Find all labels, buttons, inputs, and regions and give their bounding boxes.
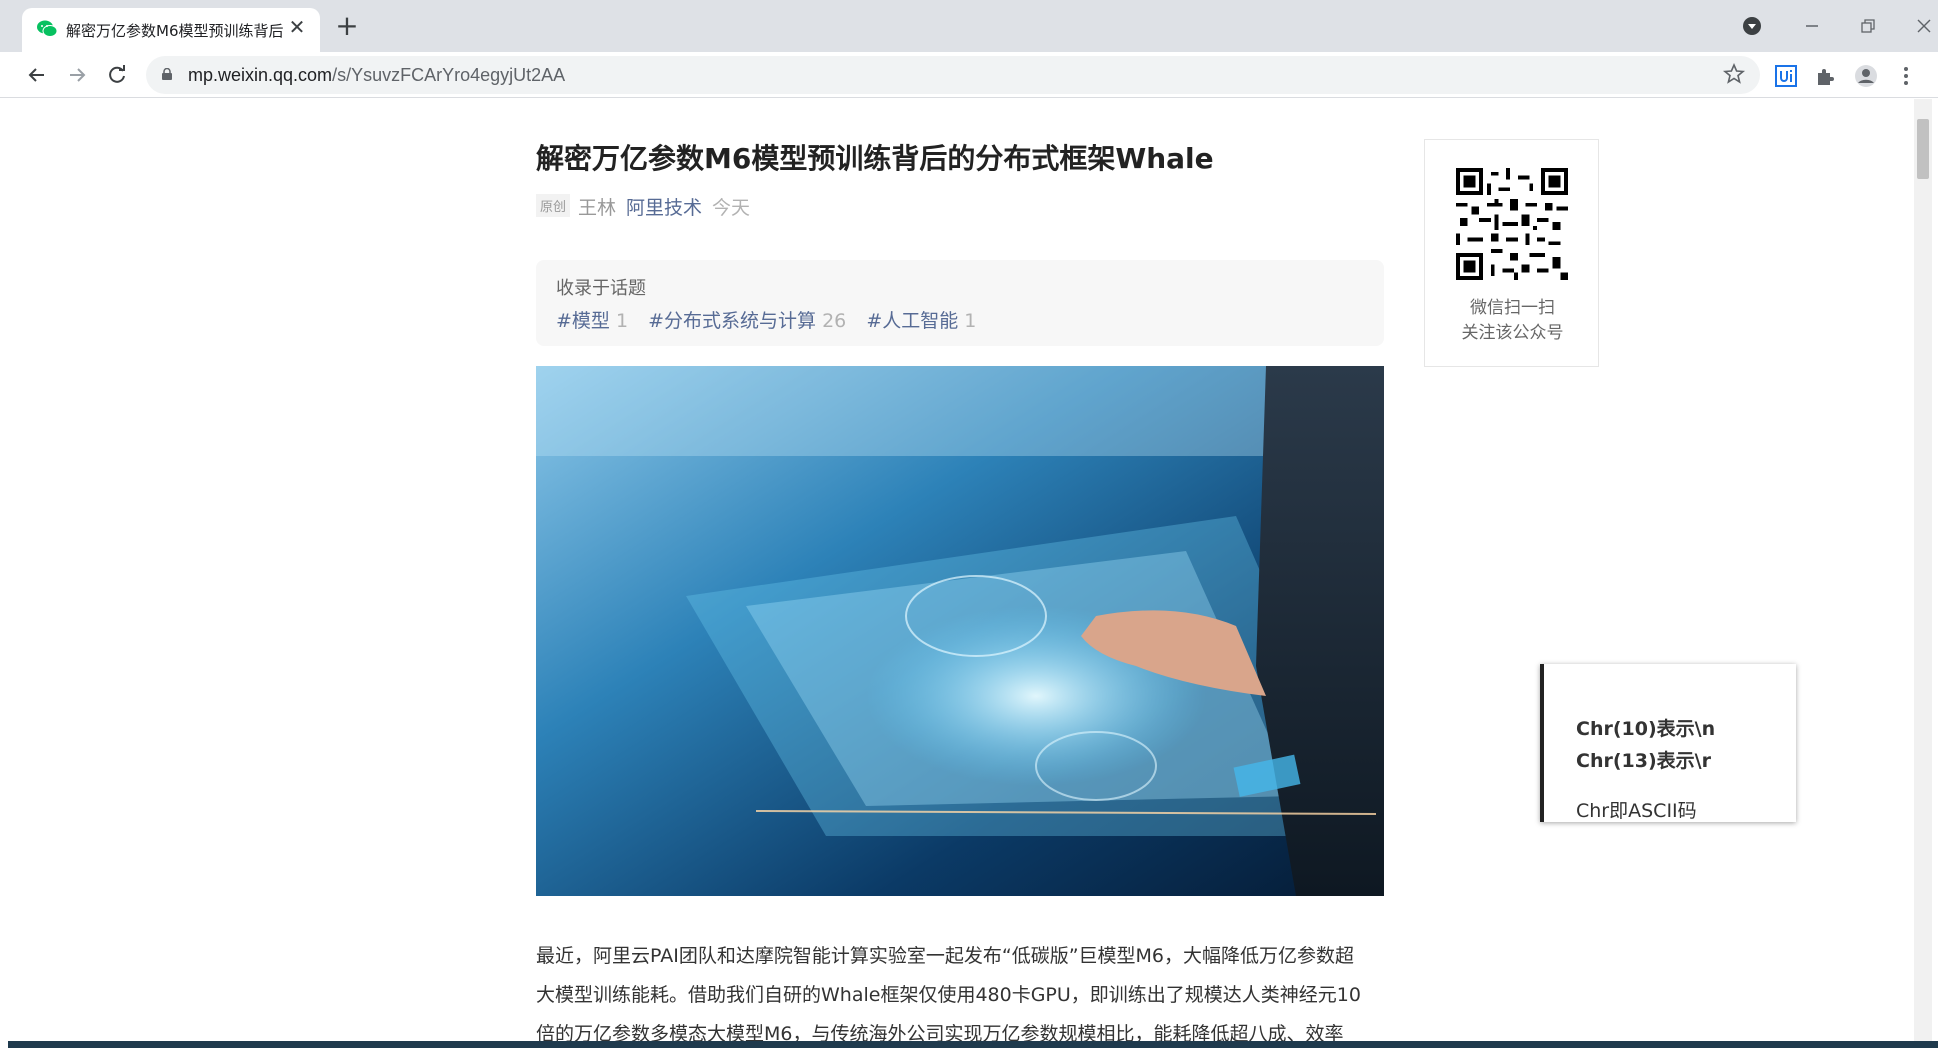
plus-icon[interactable]: +: [334, 12, 360, 40]
original-badge: 原创: [536, 194, 571, 217]
close-icon[interactable]: ✕: [286, 16, 308, 38]
qr-caption-line: 微信扫一扫: [1470, 298, 1555, 318]
url-host: mp.weixin.qq.com: [188, 65, 333, 85]
tab-active[interactable]: 解密万亿参数M6模型预训练背后 ✕: [22, 8, 320, 52]
lock-icon[interactable]: [162, 68, 172, 80]
vertical-scrollbar[interactable]: [1914, 99, 1932, 1041]
note-line: Chr即ASCII码: [1576, 800, 1697, 822]
back-icon[interactable]: [22, 60, 52, 90]
tab-strip: 解密万亿参数M6模型预训练背后 ✕ +: [0, 0, 1938, 52]
url-text[interactable]: mp.weixin.qq.com/s/YsuvzFCArYro4egyjUt2A…: [188, 65, 565, 86]
menu-icon[interactable]: [1894, 64, 1918, 88]
body-line: 大模型训练能耗。借助我们自研的Whale框架仅使用480卡GPU，即训练出了规模…: [536, 984, 1361, 1006]
page-content: 解密万亿参数M6模型预训练背后的分布式框架Whale 原创 王林 阿里技术 今天 收录…: [0, 99, 1914, 1041]
tab-title: 解密万亿参数M6模型预训练背后: [66, 22, 284, 40]
topics-label: 收录于话题: [556, 278, 646, 299]
star-icon[interactable]: [1722, 62, 1746, 86]
hero-image: [536, 366, 1384, 896]
url-path: /s/YsuvzFCArYro4egyjUt2AA: [332, 65, 566, 85]
body-line: 最近，阿里云PAI团队和达摩院智能计算实验室一起发布“低碳版”巨模型M6，大幅降…: [536, 945, 1355, 967]
note-line: Chr(13)表示\r: [1576, 750, 1711, 772]
article-title: 解密万亿参数M6模型预训练背后的分布式框架Whale: [536, 142, 1214, 175]
topic-tag[interactable]: #人工智能 1: [866, 310, 976, 332]
profile-icon[interactable]: [1854, 64, 1878, 88]
media-icon[interactable]: [1738, 12, 1766, 40]
topic-name: #分布式系统与计算: [648, 310, 817, 332]
qr-code-icon: [1456, 168, 1568, 280]
extensions-icon[interactable]: [1814, 64, 1838, 88]
article-body: 最近，阿里云PAI团队和达摩院智能计算实验室一起发布“低碳版”巨模型M6，大幅降…: [536, 937, 1384, 1041]
wechat-icon: [37, 20, 58, 37]
taskbar: [8, 1041, 1938, 1048]
publish-date: 今天: [712, 197, 751, 219]
restore-icon[interactable]: [1854, 12, 1882, 40]
browser-window: 解密万亿参数M6模型预训练背后 ✕ + mp.weixin.qq.com/s/Y…: [0, 0, 1938, 1048]
topics-box: 收录于话题 #模型 1 #分布式系统与计算 26 #人工智能 1: [536, 260, 1384, 346]
account-link[interactable]: 阿里技术: [626, 197, 702, 219]
body-line: 倍的万亿参数多模态大模型M6，与传统海外公司实现万亿参数规模相比，能耗降低超八成…: [536, 1023, 1344, 1041]
qr-caption: 微信扫一扫 关注该公众号: [1425, 296, 1600, 346]
scrollbar-thumb[interactable]: [1917, 119, 1929, 179]
topic-tag[interactable]: #分布式系统与计算 26: [648, 310, 846, 332]
topic-tag[interactable]: #模型 1: [556, 310, 628, 332]
topic-count: 26: [822, 310, 847, 332]
author-name: 王林: [578, 197, 617, 219]
topic-count: 1: [964, 310, 977, 332]
topic-name: #人工智能: [866, 310, 959, 332]
forward-icon[interactable]: [62, 60, 92, 90]
article-meta: 原创 王林 阿里技术 今天: [536, 193, 750, 221]
qr-code-panel: 微信扫一扫 关注该公众号: [1424, 139, 1599, 367]
topic-count: 1: [615, 310, 629, 332]
address-bar[interactable]: mp.weixin.qq.com/s/YsuvzFCArYro4egyjUt2A…: [146, 56, 1760, 94]
topic-name: #模型: [556, 310, 610, 332]
window-close-icon[interactable]: [1910, 12, 1938, 40]
reload-icon[interactable]: [102, 60, 132, 90]
minimize-icon[interactable]: [1798, 12, 1826, 40]
note-popup[interactable]: Chr(10)表示\n Chr(13)表示\r Chr即ASCII码: [1540, 664, 1796, 822]
browser-toolbar: mp.weixin.qq.com/s/YsuvzFCArYro4egyjUt2A…: [0, 52, 1938, 98]
topics-list: #模型 1 #分布式系统与计算 26 #人工智能 1: [556, 306, 990, 333]
uipath-icon[interactable]: [1774, 64, 1798, 88]
qr-caption-line: 关注该公众号: [1461, 323, 1564, 343]
note-line: Chr(10)表示\n: [1576, 718, 1716, 740]
